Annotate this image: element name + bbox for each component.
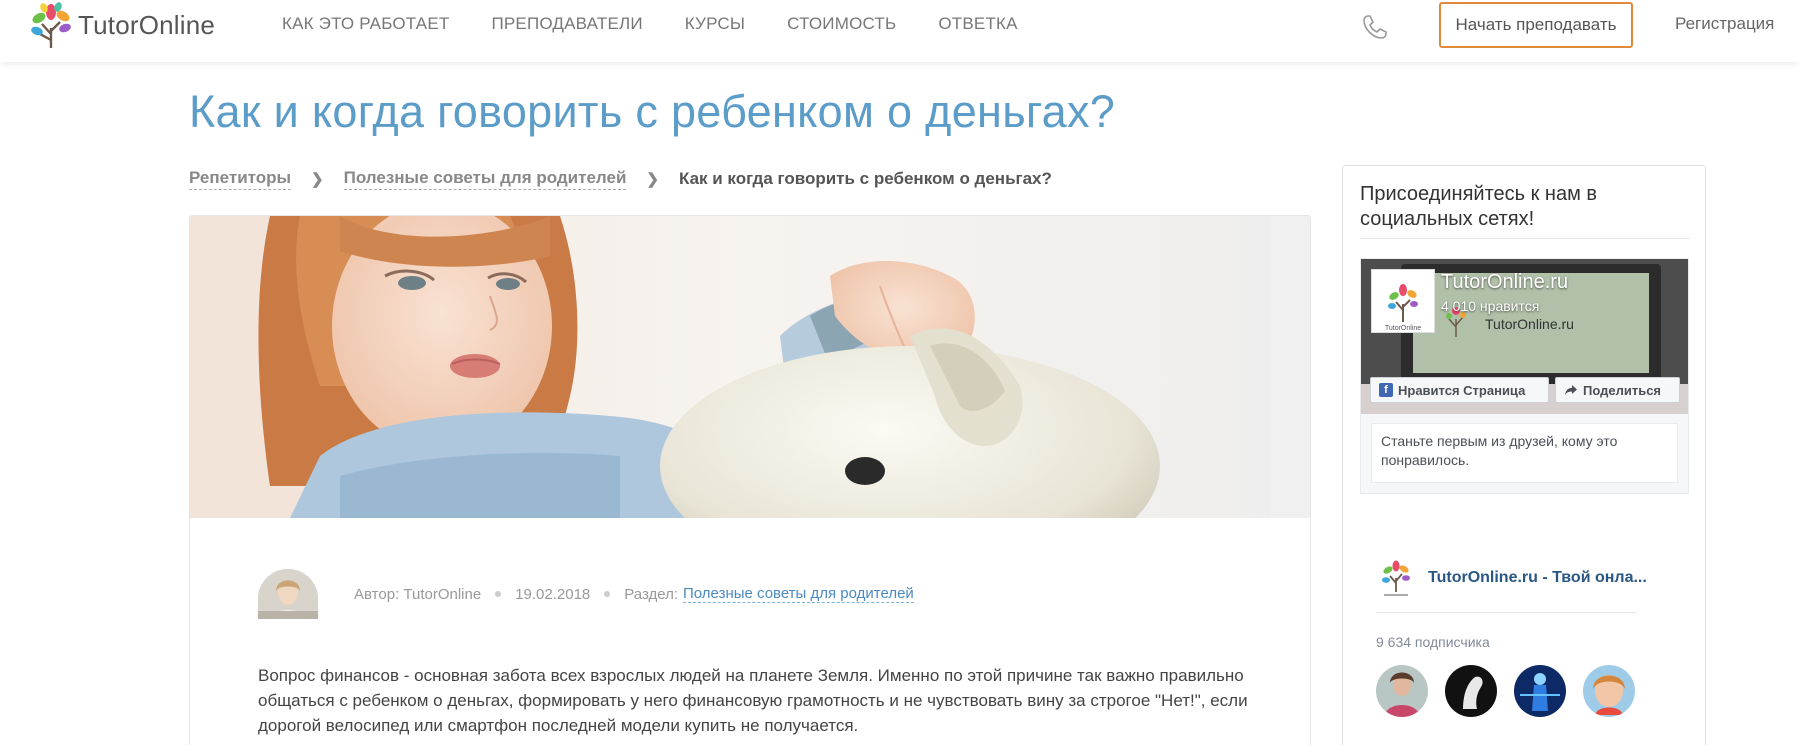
social-sidebar: Присоединяйтесь к нам в социальных сетях… [1342, 165, 1706, 745]
logo-text: TutorOnline [78, 9, 216, 40]
facebook-share-label: Поделиться [1583, 382, 1662, 398]
meta-separator [495, 591, 502, 597]
nav-pricing[interactable]: СТОИМОСТЬ [787, 14, 896, 34]
logo-caption: TutorOnline [1385, 325, 1421, 332]
chevron-right-icon: ❯ [311, 171, 324, 188]
facebook-likes-count: 4 010 нравится [1441, 298, 1540, 314]
vk-member-avatar[interactable] [1514, 665, 1566, 717]
vk-member-avatar[interactable] [1583, 665, 1635, 717]
vk-group-name[interactable]: TutorOnline.ru - Твой онла... [1428, 569, 1647, 587]
main-nav: КАК ЭТО РАБОТАЕТ ПРЕПОДАВАТЕЛИ КУРСЫ СТО… [282, 14, 1018, 34]
facebook-f-icon: f [1379, 383, 1393, 397]
author-avatar-image [258, 569, 318, 619]
vk-member-avatar[interactable] [1445, 665, 1497, 717]
vk-member-avatar[interactable] [1376, 665, 1428, 717]
article-author: Автор: TutorOnline [354, 585, 482, 603]
child-piggy-bank-illustration [190, 216, 1310, 518]
article-card: Автор: TutorOnline 19.02.2018 Раздел: По… [189, 215, 1311, 745]
nav-how-it-works[interactable]: КАК ЭТО РАБОТАЕТ [282, 14, 449, 34]
article-section-label: Раздел: [624, 585, 679, 603]
site-logo[interactable]: TutorOnline [28, 0, 215, 50]
vk-members-list [1376, 665, 1635, 717]
facebook-like-label: Нравится Страница [1398, 382, 1526, 398]
register-link[interactable]: Регистрация [1675, 14, 1774, 34]
member-photo [1583, 665, 1635, 717]
facebook-friends-text: Станьте первым из друзей, кому это понра… [1371, 423, 1678, 483]
phone-icon[interactable] [1360, 12, 1390, 42]
facebook-like-page-button[interactable]: f Нравится Страница [1370, 377, 1549, 403]
hero-image-child-piggy-bank [190, 216, 1310, 518]
vk-group-widget: TutorOnline.ru - Твой онла... 9 634 подп… [1360, 546, 1690, 745]
breadcrumb-current: Как и когда говорить с ребенком о деньга… [678, 169, 1052, 188]
site-header: TutorOnline КАК ЭТО РАБОТАЕТ ПРЕПОДАВАТЕ… [0, 0, 1799, 62]
article-paragraph: Вопрос финансов - основная забота всех в… [258, 666, 1248, 735]
tree-logo-icon: TutorOnline [1385, 284, 1421, 332]
sidebar-divider [1360, 238, 1690, 239]
sidebar-title: Присоединяйтесь к нам в социальных сетях… [1360, 183, 1598, 230]
breadcrumb-tutors[interactable]: Репетиторы [189, 168, 292, 190]
avatar [258, 569, 318, 619]
breadcrumb-parents-tips[interactable]: Полезные советы для родителей [343, 168, 627, 190]
facebook-page-logo[interactable]: TutorOnline [1371, 269, 1435, 333]
tree-logo-icon [31, 2, 71, 48]
article-meta: Автор: TutorOnline 19.02.2018 Раздел: По… [258, 569, 1158, 619]
member-photo [1514, 665, 1566, 717]
meta-separator [604, 591, 611, 597]
nav-teachers[interactable]: ПРЕПОДАВАТЕЛИ [491, 14, 642, 34]
chevron-right-icon: ❯ [646, 171, 659, 188]
start-teaching-button[interactable]: Начать преподавать [1439, 2, 1633, 48]
facebook-cover-image[interactable]: TutorOnline.ru TutorOnline TutorOnline.r… [1361, 259, 1688, 414]
breadcrumb: Репетиторы ❯ Полезные советы для родител… [189, 168, 1052, 190]
facebook-page-widget: TutorOnline.ru TutorOnline TutorOnline.r… [1360, 258, 1689, 494]
vk-divider [1376, 612, 1636, 613]
vk-subscribers-count[interactable]: 9 634 подписчика [1376, 634, 1490, 650]
share-arrow-icon [1565, 385, 1577, 395]
nav-answers[interactable]: ОТВЕТКА [938, 14, 1017, 34]
member-photo [1445, 665, 1497, 717]
member-photo [1376, 665, 1428, 717]
page-title: Как и когда говорить с ребенком о деньга… [189, 86, 1116, 137]
article-date: 19.02.2018 [515, 585, 591, 603]
nav-courses[interactable]: КУРСЫ [685, 14, 745, 34]
vk-group-avatar[interactable] [1376, 556, 1416, 600]
article-section-link[interactable]: Полезные советы для родителей [683, 585, 914, 603]
facebook-page-name[interactable]: TutorOnline.ru [1441, 271, 1568, 294]
facebook-share-button[interactable]: Поделиться [1555, 377, 1680, 403]
cover-site-text: TutorOnline.ru [1485, 316, 1574, 332]
